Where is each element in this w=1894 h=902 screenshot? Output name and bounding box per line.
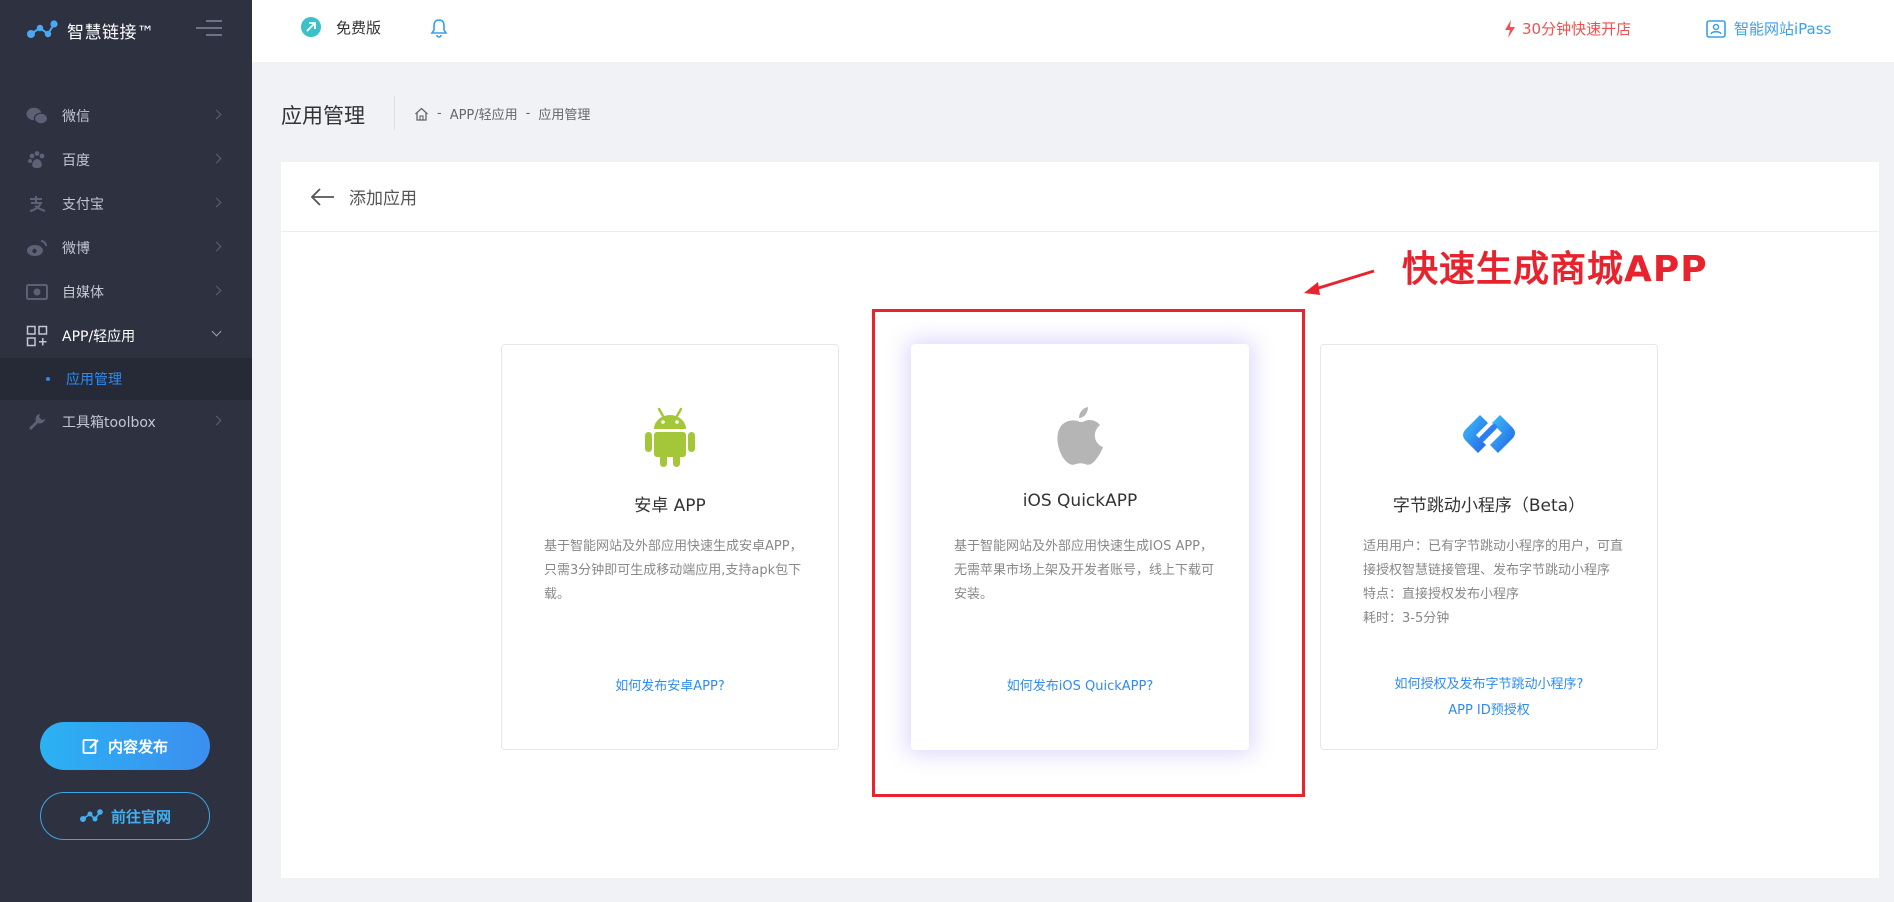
back-button[interactable]: 添加应用 — [311, 184, 417, 209]
app-card-bytedance[interactable]: 字节跳动小程序（Beta） 适用用户：已有字节跳动小程序的用户，可直接授权智慧链… — [1320, 344, 1658, 750]
android-icon — [502, 405, 838, 469]
sidebar-item-media[interactable]: 自媒体 — [0, 270, 252, 314]
chevron-right-icon — [211, 197, 222, 208]
free-plan-icon — [301, 17, 321, 37]
official-site-button[interactable]: 前往官网 — [40, 792, 210, 840]
sidebar-subitem-app-management[interactable]: 应用管理 — [0, 358, 252, 400]
sidebar: 智慧链接™ 微信 百度 支付宝 微博 自媒体 APP/轻应用 应用管理 工具箱t… — [0, 0, 252, 902]
publish-content-label: 内容发布 — [107, 737, 168, 756]
ipass-icon — [1706, 19, 1726, 38]
app-id-preauth-link[interactable]: APP ID预授权 — [1321, 699, 1657, 718]
desc-line: 耗时：3-5分钟 — [1363, 611, 1450, 626]
breadcrumb-separator: - — [525, 106, 531, 121]
chevron-right-icon — [211, 153, 222, 164]
breadcrumb-item: 应用管理 — [538, 108, 591, 123]
top-header: 免费版 30分钟快速开店 智能网站iPass — [252, 0, 1894, 62]
publish-content-button[interactable]: 内容发布 — [40, 722, 210, 770]
sidebar-item-weibo[interactable]: 微博 — [0, 226, 252, 270]
desc-line: 特点：直接授权发布小程序 — [1363, 587, 1520, 602]
desc-line: 适用用户：已有字节跳动小程序的用户，可直接授权智慧链接管理、发布字节跳动小程序 — [1363, 539, 1624, 578]
app-name: 智慧链接™ — [67, 22, 155, 43]
app-name-android: 安卓 APP — [634, 496, 706, 516]
ipass-link[interactable]: 智能网站iPass — [1706, 18, 1831, 39]
logo-icon — [27, 20, 58, 38]
sidebar-item-baidu[interactable]: 百度 — [0, 138, 252, 182]
app-desc-bytedance: 适用用户：已有字节跳动小程序的用户，可直接授权智慧链接管理、发布字节跳动小程序 … — [1363, 535, 1625, 631]
annotation-highlight-box — [872, 309, 1305, 797]
annotation-text: 快速生成商城APP — [1402, 249, 1708, 290]
arrow-left-icon — [311, 187, 334, 206]
baidu-paw-icon — [26, 149, 48, 171]
weibo-icon — [26, 237, 48, 259]
plan-badge[interactable]: 免费版 — [300, 16, 381, 38]
sidebar-item-label: 自媒体 — [62, 285, 104, 301]
app-name-bytedance: 字节跳动小程序（Beta） — [1392, 496, 1586, 516]
card-header: 添加应用 — [281, 162, 1879, 232]
how-to-publish-android-link[interactable]: 如何发布安卓APP? — [502, 675, 838, 694]
sidebar-item-app[interactable]: APP/轻应用 — [0, 314, 252, 358]
back-label: 添加应用 — [349, 189, 417, 209]
sidebar-item-wechat[interactable]: 微信 — [0, 94, 252, 138]
edit-icon — [82, 739, 99, 754]
home-icon[interactable] — [414, 107, 429, 121]
sidebar-subitem-label: 应用管理 — [66, 372, 122, 388]
annotation-arrow-icon — [1304, 269, 1375, 295]
logo[interactable]: 智慧链接™ — [26, 14, 155, 46]
breadcrumb-separator: - — [437, 106, 442, 121]
plan-label: 免费版 — [336, 18, 382, 37]
wrench-icon — [26, 411, 48, 433]
breadcrumb-item[interactable]: APP/轻应用 — [450, 104, 518, 123]
app-card-android[interactable]: 安卓 APP 基于智能网站及外部应用快速生成安卓APP，只需3分钟即可生成移动端… — [501, 344, 839, 750]
menu-toggle-icon[interactable] — [196, 20, 222, 38]
bytedance-icon — [1321, 405, 1657, 463]
sidebar-item-label: 微信 — [62, 109, 90, 125]
bell-icon[interactable] — [430, 18, 448, 42]
chevron-right-icon — [211, 241, 222, 252]
lightning-icon — [1505, 19, 1515, 38]
chevron-right-icon — [211, 285, 222, 296]
sidebar-item-toolbox[interactable]: 工具箱toolbox — [0, 400, 252, 444]
alipay-icon — [26, 193, 48, 215]
page-title: 应用管理 — [281, 104, 365, 128]
quick-open-link[interactable]: 30分钟快速开店 — [1504, 18, 1631, 39]
sidebar-item-label: 微博 — [62, 241, 90, 257]
title-divider — [394, 96, 395, 130]
sidebar-item-label: APP/轻应用 — [62, 329, 136, 345]
apps-grid-icon — [26, 325, 48, 347]
official-site-label: 前往官网 — [110, 807, 171, 826]
quick-open-label: 30分钟快速开店 — [1522, 20, 1632, 38]
sidebar-item-label: 工具箱toolbox — [62, 415, 156, 431]
sidebar-item-label: 支付宝 — [62, 197, 104, 213]
media-icon — [26, 281, 48, 303]
active-dot — [46, 377, 50, 381]
chevron-right-icon — [211, 109, 222, 120]
logo-small-icon — [79, 809, 103, 822]
how-to-authorize-bytedance-link[interactable]: 如何授权及发布字节跳动小程序? — [1321, 673, 1657, 692]
chevron-right-icon — [211, 415, 222, 426]
wechat-icon — [26, 105, 48, 127]
breadcrumb: - APP/轻应用 - 应用管理 — [414, 104, 590, 123]
sidebar-item-label: 百度 — [62, 153, 90, 169]
sidebar-item-alipay[interactable]: 支付宝 — [0, 182, 252, 226]
ipass-label: 智能网站iPass — [1734, 20, 1832, 38]
sidebar-menu: 微信 百度 支付宝 微博 自媒体 APP/轻应用 应用管理 工具箱toolbox — [0, 94, 252, 444]
app-desc-android: 基于智能网站及外部应用快速生成安卓APP，只需3分钟即可生成移动端应用,支持ap… — [544, 539, 803, 602]
chevron-down-icon — [211, 326, 222, 337]
